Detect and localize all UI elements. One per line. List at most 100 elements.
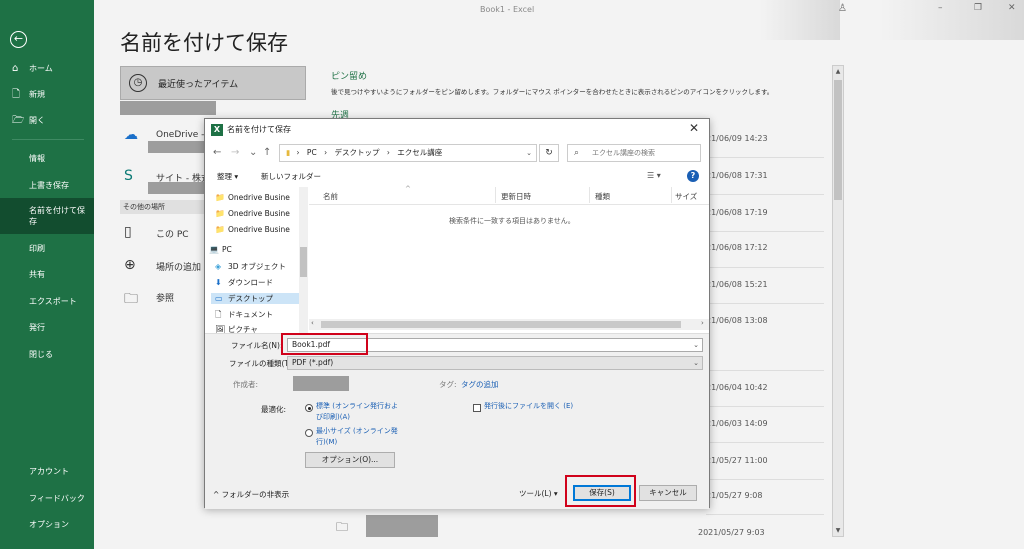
redacted-area — [148, 182, 204, 194]
divider — [706, 303, 824, 304]
recent-date: 2021/05/27 9:03 — [698, 528, 765, 537]
recent-items-location[interactable]: ◷ 最近使ったアイテム — [120, 66, 306, 100]
minimum-size-option-label[interactable]: 最小サイズ (オンライン発 行)(M) — [316, 426, 400, 448]
tree-item-desktop[interactable]: ▭ デスクトップ — [211, 293, 303, 304]
tree-item-documents[interactable]: 🗋 ドキュメント — [215, 309, 273, 323]
tree-item-pc[interactable]: 💻 PC — [209, 245, 232, 254]
divider — [706, 231, 824, 232]
refresh-icon[interactable]: ↻ — [539, 144, 559, 162]
tools-button[interactable]: ツール(L) ▾ — [519, 488, 558, 499]
path-segment-folder[interactable]: エクセル講座 — [397, 148, 442, 157]
nav-options[interactable]: オプション — [0, 514, 94, 536]
close-window-button[interactable]: ✕ — [1008, 3, 1016, 13]
pinned-description: 後で見つけやすいようにフォルダーをピン留めします。フォルダーにマウス ポインター… — [331, 88, 774, 96]
cloud-icon: ☁ — [124, 127, 138, 143]
chevron-down-icon[interactable]: ⌄ — [693, 339, 699, 351]
scrollbar-thumb[interactable] — [300, 247, 307, 277]
minimize-button[interactable]: – — [938, 3, 943, 13]
path-segment-desktop[interactable]: デスクトップ — [334, 148, 379, 157]
chevron-down-icon[interactable]: ⌄ — [526, 145, 532, 161]
column-modified[interactable]: 更新日時 — [501, 191, 531, 202]
help-icon[interactable]: ? — [687, 170, 699, 182]
navigation-scrollbar[interactable] — [299, 187, 308, 333]
file-type-select[interactable]: PDF (*.pdf) ⌄ — [287, 356, 703, 370]
add-tag-link[interactable]: タグの追加 — [461, 379, 499, 390]
path-segment-pc[interactable]: PC — [307, 148, 317, 157]
options-button[interactable]: オプション(O)... — [305, 452, 395, 468]
view-options-icon[interactable]: ☰ ▾ — [647, 171, 661, 180]
tree-item-downloads[interactable]: ⬇ ダウンロード — [215, 277, 273, 288]
tree-item-3d-objects[interactable]: ◈ 3D オブジェクト — [215, 261, 286, 272]
address-bar[interactable]: ▮ › PC › デスクトップ › エクセル講座 ⌄ — [279, 144, 537, 162]
nav-feedback[interactable]: フィードバック — [0, 488, 94, 510]
standard-option-label[interactable]: 標準 (オンライン発行およ び印刷)(A) — [316, 401, 400, 423]
restore-button[interactable]: ❐ — [974, 3, 982, 13]
scroll-down-icon[interactable]: ▼ — [833, 527, 843, 534]
nav-home[interactable]: ⌂ ホーム — [0, 58, 94, 80]
dialog-close-button[interactable]: ✕ — [689, 121, 699, 135]
nav-save[interactable]: 上書き保存 — [0, 175, 94, 197]
column-size[interactable]: サイズ — [675, 191, 697, 202]
dialog-title: 名前を付けて保存 — [227, 125, 291, 134]
recent-date: 21/06/08 13:08 — [706, 316, 768, 325]
redacted-area — [293, 376, 349, 391]
divider[interactable] — [671, 187, 672, 203]
tag-label: タグ: — [439, 380, 457, 389]
back-icon[interactable]: ← — [213, 147, 221, 158]
open-after-publish-label[interactable]: 発行後にファイルを開く (E) — [484, 401, 574, 412]
hide-folders-button[interactable]: ^ フォルダーの非表示 — [213, 489, 289, 500]
forward-icon[interactable]: → — [231, 147, 239, 158]
chevron-down-icon: ▾ — [551, 489, 558, 498]
standard-radio[interactable] — [305, 404, 313, 412]
divider[interactable] — [495, 187, 496, 203]
search-input[interactable]: ⌕ エクセル講座の検索 — [567, 144, 701, 162]
tree-item-label: Onedrive Busine — [228, 225, 290, 234]
new-folder-button[interactable]: 新しいフォルダー — [261, 171, 321, 182]
nav-info[interactable]: 情報 — [0, 148, 94, 170]
tree-item-label: ピクチャ — [228, 325, 258, 333]
scroll-up-icon[interactable]: ▲ — [833, 68, 843, 75]
divider — [706, 370, 824, 371]
file-type-value: PDF (*.pdf) — [292, 358, 334, 367]
page-scrollbar[interactable]: ▲ ▼ — [832, 65, 844, 537]
nav-account[interactable]: アカウント — [0, 461, 94, 483]
nav-new[interactable]: 🗋 新規 — [0, 84, 94, 106]
back-arrow-icon[interactable]: ← — [10, 31, 27, 48]
scrollbar-thumb[interactable] — [321, 321, 681, 328]
save-as-dialog: X 名前を付けて保存 ✕ ← → ⌄ ↑ ▮ › PC › デスクトップ › エ… — [204, 118, 710, 509]
picture-icon: 🖼 — [215, 325, 226, 333]
cancel-button[interactable]: キャンセル — [639, 485, 697, 501]
organize-button[interactable]: 整理 ▾ — [217, 171, 238, 182]
background-decoration — [760, 0, 840, 40]
person-icon[interactable]: ♙ — [838, 3, 847, 14]
scroll-right-icon[interactable]: › — [701, 319, 704, 327]
nav-publish[interactable]: 発行 — [0, 317, 94, 339]
scroll-left-icon[interactable]: ‹ — [311, 319, 314, 327]
file-list-scrollbar[interactable]: ‹ › — [309, 319, 709, 330]
tree-item-pictures[interactable]: 🖼 ピクチャ — [215, 324, 258, 333]
tree-item-onedrive[interactable]: 📁 Onedrive Busine — [215, 193, 290, 202]
divider[interactable] — [589, 187, 590, 203]
file-list-header: 名前 ^ 更新日時 種類 サイズ — [309, 185, 709, 205]
page-title: 名前を付けて保存 — [120, 31, 288, 55]
tree-item-onedrive[interactable]: 📁 Onedrive Busine — [215, 225, 290, 234]
desktop-icon: ▭ — [215, 294, 223, 303]
column-name[interactable]: 名前 — [323, 191, 338, 202]
minimum-size-radio[interactable] — [305, 429, 313, 437]
nav-close[interactable]: 閉じる — [0, 344, 94, 366]
nav-open-label: 開く — [29, 116, 45, 125]
chevron-down-icon[interactable]: ⌄ — [693, 357, 699, 369]
nav-save-as[interactable]: 名前を付けて保存 — [0, 198, 94, 234]
history-dropdown-icon[interactable]: ⌄ — [249, 147, 257, 158]
open-after-publish-checkbox[interactable] — [473, 404, 481, 412]
dialog-titlebar: X 名前を付けて保存 ✕ — [205, 119, 709, 141]
scrollbar-thumb[interactable] — [834, 80, 842, 200]
up-icon[interactable]: ↑ — [263, 147, 271, 158]
hide-folders-label: フォルダーの非表示 — [221, 490, 290, 499]
column-type[interactable]: 種類 — [595, 191, 610, 202]
tree-item-onedrive[interactable]: 📁 Onedrive Busine — [215, 209, 290, 218]
nav-share[interactable]: 共有 — [0, 264, 94, 286]
nav-open[interactable]: 🗁 開く — [0, 110, 94, 132]
nav-export[interactable]: エクスポート — [0, 291, 94, 313]
nav-print[interactable]: 印刷 — [0, 238, 94, 260]
